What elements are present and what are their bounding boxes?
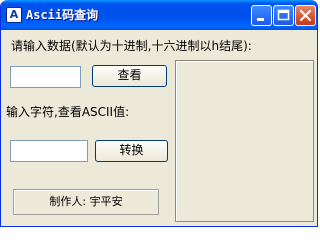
char-input[interactable] [10,140,88,162]
char-prompt-label: 输入字符,查看ASCII值: [6,105,130,119]
app-icon[interactable]: A [6,7,22,23]
minimize-button[interactable] [251,5,272,26]
close-button[interactable] [295,5,316,26]
convert-button[interactable]: 转换 [95,140,168,162]
author-label: 制作人: 宇平安 [13,189,159,215]
number-prompt-label: 请输入数据(默认为十进制,十六进制以h结尾): [11,39,252,53]
close-icon [299,9,312,22]
minimize-icon [257,18,264,21]
maximize-button[interactable] [273,5,294,26]
window-title: Ascii码查询 [26,8,99,22]
query-button[interactable]: 查看 [92,65,167,87]
maximize-icon [277,9,290,21]
number-input[interactable] [10,66,81,88]
app-window: A Ascii码查询 请输入数据(默认为十进制,十六进制以h结尾): 查看 输入… [0,0,318,227]
title-bar[interactable]: A Ascii码查询 [1,0,317,30]
result-output [175,60,314,222]
